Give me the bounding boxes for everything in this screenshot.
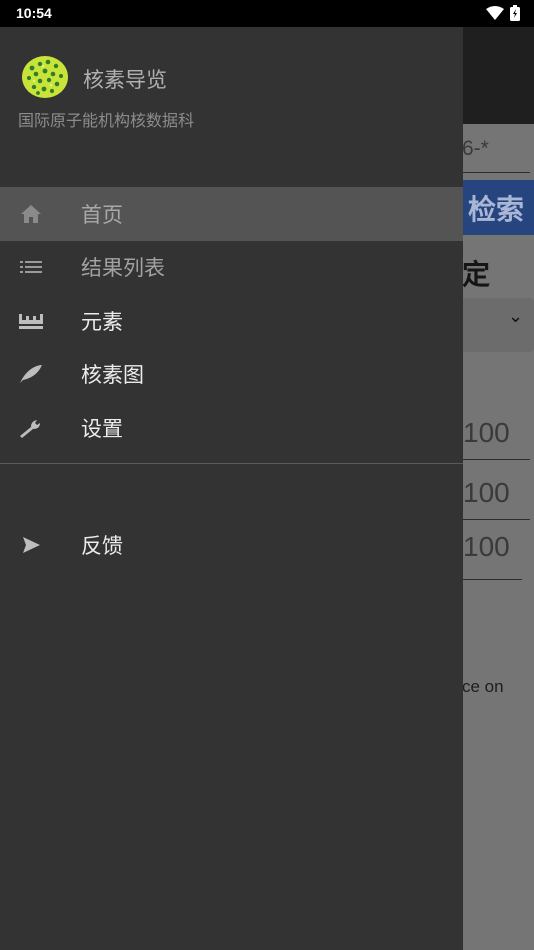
home-icon (18, 201, 44, 227)
status-bar: 10:54 (0, 0, 534, 27)
background-field-underline (460, 172, 530, 173)
background-value-underline (460, 519, 530, 520)
menu-item-label: 反馈 (81, 533, 123, 558)
menu-item-feedback[interactable]: 反馈 (0, 518, 463, 572)
crown-icon (18, 308, 44, 334)
chevron-down-icon: ⌄ (508, 306, 524, 327)
menu-item-label: 结果列表 (81, 256, 165, 281)
background-value-underline (460, 579, 522, 580)
background-value: 100 (463, 531, 510, 562)
app-logo-icon (22, 56, 68, 98)
app-subtitle: 国际原子能机构核数据科 (18, 111, 195, 130)
background-text-fragment: ce on (462, 677, 504, 696)
menu-item-results-list[interactable]: 结果列表 (0, 241, 463, 295)
wifi-icon (486, 6, 504, 20)
background-value-underline (460, 459, 530, 460)
drawer-divider (0, 463, 463, 464)
list-icon (18, 254, 44, 280)
feather-icon (18, 361, 44, 387)
background-value: 100 (463, 477, 510, 508)
feedback-section: 反馈 (0, 518, 463, 572)
background-section-fragment: 定 (462, 259, 491, 290)
wrench-icon (18, 415, 44, 441)
status-icons (486, 5, 520, 21)
menu-item-settings[interactable]: 设置 (0, 401, 463, 455)
background-search-label: 检索 (468, 192, 525, 226)
menu-item-label: 核素图 (81, 363, 144, 388)
background-value: 100 (463, 417, 510, 448)
navigation-drawer: 核素导览 国际原子能机构核数据科 首页 结果列表 元素 核素图 设置 反馈 (0, 27, 463, 950)
drawer-menu: 首页 结果列表 元素 核素图 设置 (0, 187, 463, 455)
send-icon (18, 532, 44, 558)
battery-icon (510, 5, 520, 21)
menu-item-label: 首页 (81, 202, 123, 227)
drawer-header: 核素导览 国际原子能机构核数据科 (0, 27, 463, 187)
background-field-hint: 6-* (462, 137, 489, 160)
menu-item-home[interactable]: 首页 (0, 187, 463, 241)
menu-item-nuclide-chart[interactable]: 核素图 (0, 348, 463, 402)
app-title: 核素导览 (83, 68, 167, 92)
menu-item-elements[interactable]: 元素 (0, 294, 463, 348)
menu-item-label: 元素 (81, 309, 123, 334)
menu-item-label: 设置 (81, 416, 123, 441)
status-time: 10:54 (16, 5, 52, 21)
